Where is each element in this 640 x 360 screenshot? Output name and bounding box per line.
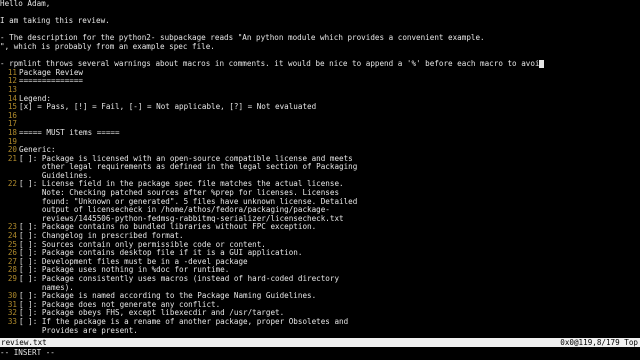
status-position: 0x0@119,8/179 Top <box>560 338 638 347</box>
text-line: ", which is probably from an example spe… <box>0 41 640 52</box>
line-number: 29 <box>7 274 17 283</box>
line-text: [x] = Pass, [!] = Fail, [-] = Not applic… <box>19 102 317 112</box>
line-text: I am taking this review. <box>0 16 110 26</box>
text-cursor <box>539 60 545 69</box>
review-template-block: 11 Package Review 12 ============== 13 14 Lege… <box>0 68 640 336</box>
line-text: Provides are present. <box>19 325 138 335</box>
line-number <box>0 189 19 198</box>
status-bar: review.txt 0x0@119,8/179 Top <box>0 338 640 347</box>
numbered-line: 16 <box>0 111 640 121</box>
numbered-line: 12 ============== <box>0 77 640 86</box>
line-number <box>0 327 19 336</box>
numbered-line: 19 <box>0 137 640 147</box>
numbered-line: other legal requirements as defined in t… <box>0 163 640 172</box>
text-line: I am taking this review. <box>0 17 640 26</box>
text-line: Hello Adam, <box>0 0 640 9</box>
line-number: 21 <box>7 153 17 163</box>
line-number: 22 <box>7 179 17 189</box>
email-text-block: Hello Adam, I am taking this review. - The… <box>0 0 640 69</box>
editor-buffer[interactable]: Hello Adam, I am taking this review. - The… <box>0 0 640 338</box>
numbered-line: 15 [x] = Pass, [!] = Fail, [-] = Not appl… <box>0 103 640 112</box>
line-text: ===== MUST items ===== <box>19 127 120 137</box>
text-line: - rpmlint throws several warnings about … <box>0 60 640 69</box>
line-number <box>0 206 19 215</box>
numbered-line: 18 ===== MUST items ===== <box>0 127 640 138</box>
line-text: ", which is probably from an example spe… <box>0 41 215 51</box>
line-text: Hello Adam, <box>0 0 51 8</box>
numbered-line: Provides are present. <box>0 325 640 336</box>
numbered-line: 13 <box>0 85 640 95</box>
line-number <box>0 163 19 172</box>
status-filename: review.txt <box>1 338 47 347</box>
line-text: ============== <box>19 76 84 86</box>
numbered-line: 11 Package Review <box>0 68 640 78</box>
line-number <box>0 198 19 207</box>
line-number: 33 <box>7 316 17 326</box>
numbered-line: 29[ ]: Package consistently uses macros … <box>0 274 640 284</box>
mode-indicator: -- INSERT -- <box>0 348 55 357</box>
